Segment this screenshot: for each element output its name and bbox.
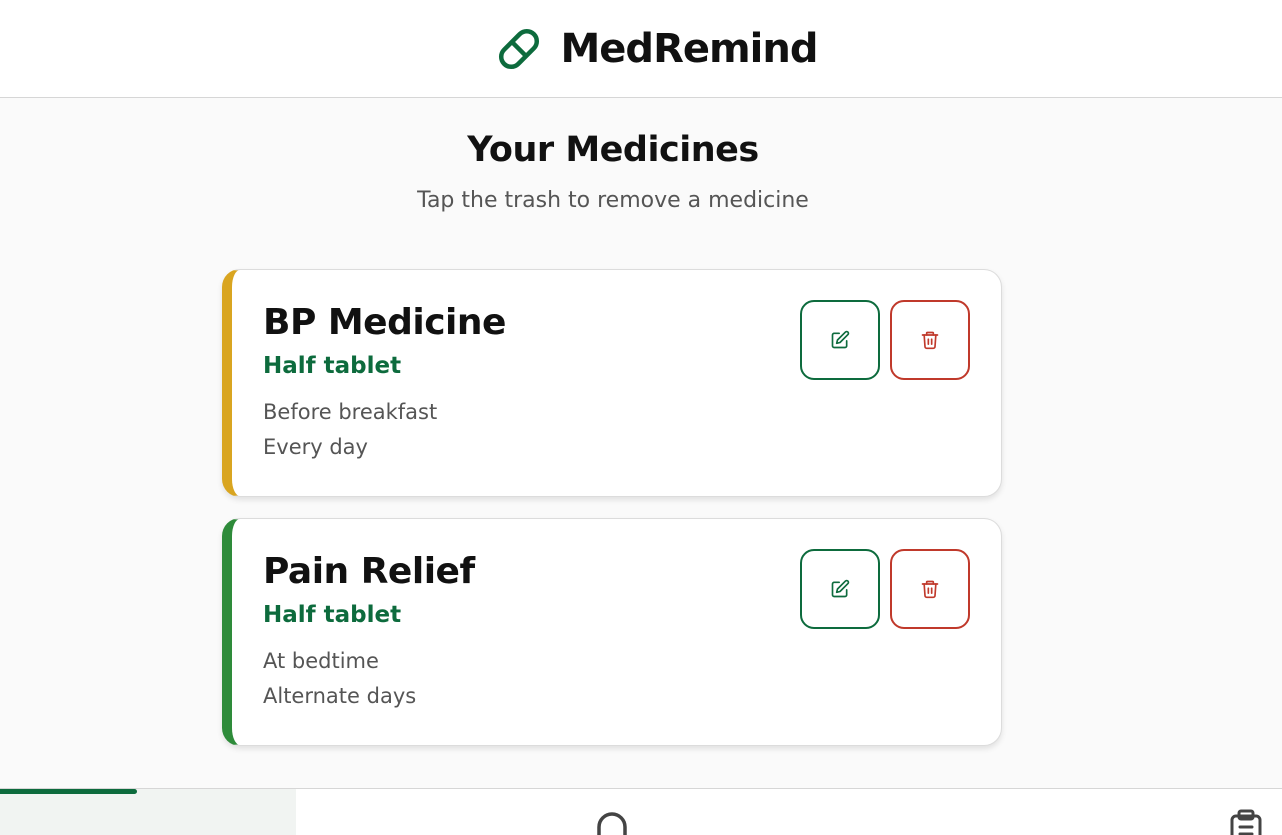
medicine-dose: Half tablet — [263, 602, 402, 628]
medicine-frequency: Every day — [263, 435, 368, 459]
medicine-name: BP Medicine — [263, 302, 506, 343]
page-title: Your Medicines — [467, 130, 759, 170]
trash-icon — [920, 579, 940, 599]
page-subtitle: Tap the trash to remove a medicine — [417, 188, 809, 213]
bell-icon — [594, 812, 630, 835]
brand: MedRemind — [495, 25, 819, 73]
trash-icon — [920, 330, 940, 350]
bottom-nav — [0, 788, 1282, 835]
delete-button[interactable] — [890, 300, 970, 380]
edit-icon — [830, 330, 850, 350]
pill-icon — [495, 25, 543, 73]
medicine-timing: At bedtime — [263, 649, 379, 673]
medicine-card: BP Medicine Half tablet Before breakfast… — [222, 269, 1002, 497]
medicine-name: Pain Relief — [263, 551, 475, 592]
delete-button[interactable] — [890, 549, 970, 629]
nav-item-history[interactable] — [1229, 809, 1263, 835]
edit-button[interactable] — [800, 549, 880, 629]
clipboard-icon — [1229, 809, 1263, 835]
nav-item-reminders[interactable] — [594, 809, 630, 835]
medicine-timing: Before breakfast — [263, 400, 438, 424]
edit-icon — [830, 579, 850, 599]
nav-item-home[interactable] — [0, 789, 296, 835]
medicine-dose: Half tablet — [263, 353, 402, 379]
app-header: MedRemind — [0, 0, 1282, 98]
medicine-card: Pain Relief Half tablet At bedtime Alter… — [222, 518, 1002, 746]
app-title: MedRemind — [560, 25, 819, 72]
nav-active-indicator — [0, 789, 137, 794]
edit-button[interactable] — [800, 300, 880, 380]
medicine-frequency: Alternate days — [263, 684, 417, 708]
